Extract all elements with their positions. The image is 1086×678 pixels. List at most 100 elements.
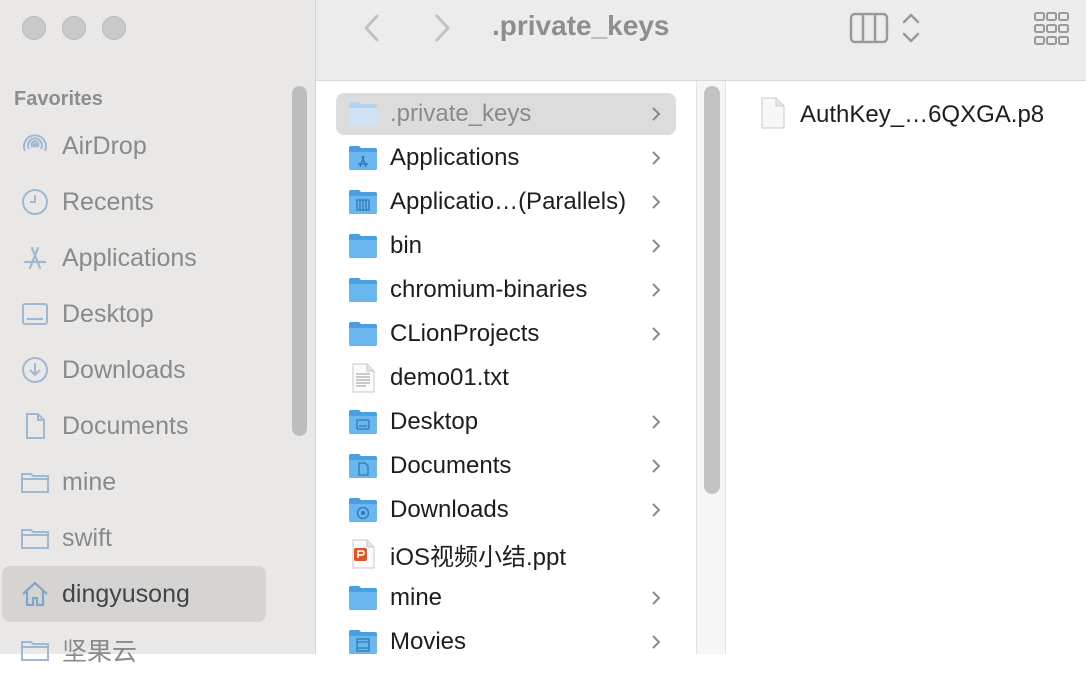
- item-name: iOS视频小结.ppt: [390, 543, 567, 571]
- list-item-demo01-txt[interactable]: demo01.txt: [336, 357, 676, 399]
- item-name: CLionProjects: [390, 320, 540, 347]
- item-name: .private_keys: [390, 100, 532, 127]
- sidebar-item-airdrop[interactable]: AirDrop: [2, 118, 266, 174]
- zoom-button[interactable]: [102, 16, 126, 40]
- sidebar-item-desktop[interactable]: Desktop: [2, 286, 266, 342]
- sidebar-list: AirDrop Recents Applications Desktop Dow…: [0, 118, 290, 678]
- view-mode-button[interactable]: [848, 10, 934, 51]
- sidebar-item-documents[interactable]: Documents: [2, 398, 266, 454]
- close-button[interactable]: [22, 16, 46, 40]
- sidebar-item-label: Documents: [62, 411, 189, 440]
- folder-icon: [348, 99, 378, 129]
- item-name: demo01.txt: [390, 364, 509, 391]
- sidebar-item-label: 坚果云: [62, 638, 138, 666]
- sidebar-item-label: Downloads: [62, 355, 186, 384]
- group-button[interactable]: [1032, 10, 1072, 51]
- downloads-folder-icon: [348, 495, 378, 525]
- grid-view-icon: [1032, 12, 1072, 50]
- sidebar-item-dingyusong[interactable]: dingyusong: [2, 566, 266, 622]
- item-name: mine: [390, 584, 443, 611]
- chevron-right-icon: [646, 414, 666, 430]
- chevron-right-icon: [646, 282, 666, 298]
- sidebar-item-label: Applications: [62, 243, 197, 272]
- column-scrollbar[interactable]: [704, 86, 720, 494]
- list-item-downloads[interactable]: Downloads: [336, 489, 676, 531]
- document-icon: [20, 411, 50, 441]
- sidebar-item-label: Desktop: [62, 299, 154, 328]
- column-home: .private_keys Applications Applicatio…(P…: [316, 81, 697, 655]
- chevron-right-icon: [432, 13, 452, 48]
- minimize-button[interactable]: [62, 16, 86, 40]
- column-private-keys: AuthKey_…6QXGA.p8: [726, 81, 1086, 654]
- column-view-icon: [848, 12, 934, 50]
- folder-icon: [348, 583, 378, 613]
- list-item-movies[interactable]: Movies: [336, 621, 676, 663]
- clock-icon: [20, 187, 50, 217]
- sidebar-item-label: swift: [62, 523, 112, 552]
- chevron-right-icon: [646, 458, 666, 474]
- folder-icon: [20, 635, 50, 665]
- folder-icon: [348, 275, 378, 305]
- item-name: Movies: [390, 628, 467, 655]
- list-item-documents[interactable]: Documents: [336, 445, 676, 487]
- toolbar: .private_keys: [316, 0, 1086, 81]
- download-icon: [20, 355, 50, 385]
- desktop-icon: [20, 299, 50, 329]
- item-name: Desktop: [390, 408, 479, 435]
- sidebar-item-recents[interactable]: Recents: [2, 174, 266, 230]
- sidebar-scrollbar[interactable]: [292, 86, 307, 436]
- home-icon: [20, 579, 50, 609]
- chevron-right-icon: [646, 106, 666, 122]
- sidebar-item-mine[interactable]: mine: [2, 454, 266, 510]
- item-name: chromium-binaries: [390, 276, 588, 303]
- documents-folder-icon: [348, 451, 378, 481]
- list-item-applications[interactable]: Applications: [336, 137, 676, 179]
- applications-icon: [20, 243, 50, 273]
- chevron-left-icon: [362, 13, 382, 48]
- list-item-mine[interactable]: mine: [336, 577, 676, 619]
- forward-button[interactable]: [424, 12, 460, 48]
- ppt-file-icon: [348, 539, 378, 569]
- list-item-ios-ppt[interactable]: iOS视频小结.ppt: [336, 533, 676, 575]
- list-item-desktop[interactable]: Desktop: [336, 401, 676, 443]
- sidebar-item-jianguoyun[interactable]: 坚果云: [2, 622, 266, 678]
- folder-icon: [348, 319, 378, 349]
- list-item-applications-parallels[interactable]: Applicatio…(Parallels): [336, 181, 676, 223]
- chevron-right-icon: [646, 238, 666, 254]
- folder-icon: [20, 467, 50, 497]
- desktop-folder-icon: [348, 407, 378, 437]
- chevron-right-icon: [646, 326, 666, 342]
- sidebar-item-swift[interactable]: swift: [2, 510, 266, 566]
- window-title: .private_keys: [492, 10, 670, 41]
- item-name: Applications: [390, 144, 520, 171]
- favorites-heading: Favorites: [14, 88, 103, 110]
- list-item-authkey[interactable]: AuthKey_…6QXGA.p8: [760, 95, 1044, 135]
- sidebar-item-downloads[interactable]: Downloads: [2, 342, 266, 398]
- list-item-bin[interactable]: bin: [336, 225, 676, 267]
- folder-icon: [20, 523, 50, 553]
- list-item-chromium-binaries[interactable]: chromium-binaries: [336, 269, 676, 311]
- parallels-folder-icon: [348, 187, 378, 217]
- file-icon: [760, 97, 786, 134]
- item-name: Applicatio…(Parallels): [390, 188, 627, 215]
- applications-folder-icon: [348, 143, 378, 173]
- back-button[interactable]: [354, 12, 390, 48]
- item-name: AuthKey_…6QXGA.p8: [800, 101, 1045, 128]
- chevron-right-icon: [646, 590, 666, 606]
- chevron-right-icon: [646, 634, 666, 650]
- movies-folder-icon: [348, 627, 378, 657]
- airdrop-icon: [20, 131, 50, 161]
- list-item-clionprojects[interactable]: CLionProjects: [336, 313, 676, 355]
- sidebar-item-applications[interactable]: Applications: [2, 230, 266, 286]
- chevron-right-icon: [646, 502, 666, 518]
- sidebar-item-label: AirDrop: [62, 131, 147, 160]
- item-name: bin: [390, 232, 423, 259]
- text-file-icon: [348, 363, 378, 393]
- sidebar-item-label: mine: [62, 467, 117, 496]
- item-name: Downloads: [390, 496, 509, 523]
- list-item-private-keys[interactable]: .private_keys: [336, 93, 676, 135]
- chevron-right-icon: [646, 150, 666, 166]
- sidebar: Favorites AirDrop Recents Applications D…: [0, 0, 316, 666]
- folder-icon: [348, 231, 378, 261]
- sidebar-item-label: dingyusong: [62, 579, 190, 608]
